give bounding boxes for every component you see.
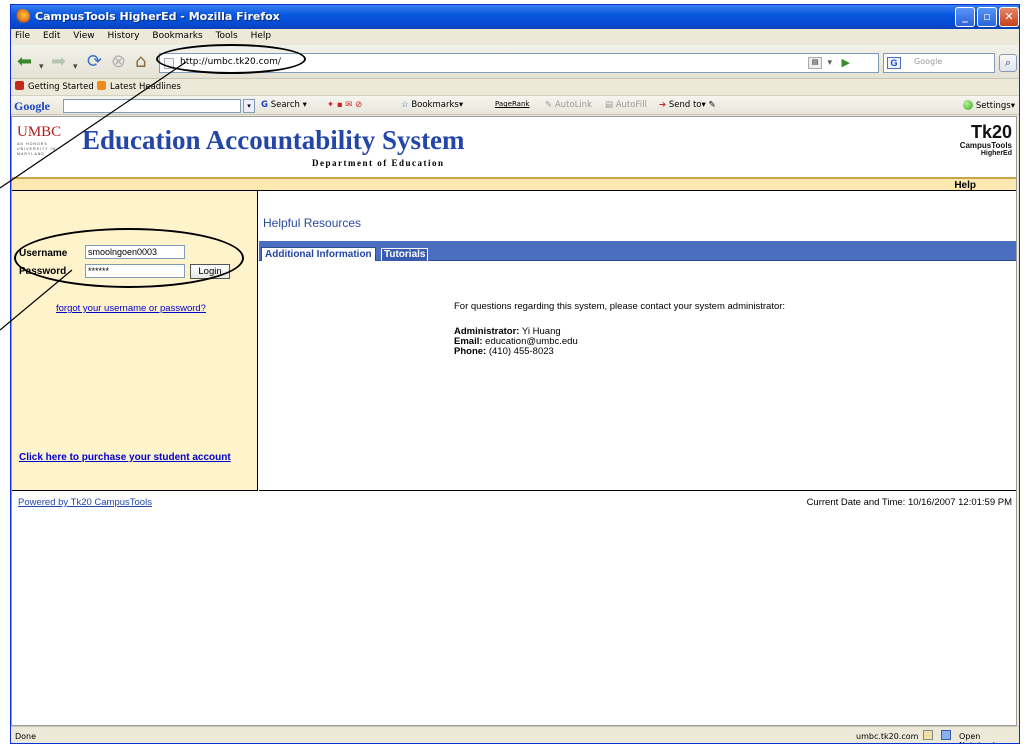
annotation-pointer-lines — [0, 61, 187, 331]
login-pointer-line — [0, 269, 73, 331]
url-pointer-line — [0, 61, 187, 189]
screenshot-stage: CampusTools HigherEd - Mozilla Firefox _… — [0, 0, 1028, 750]
